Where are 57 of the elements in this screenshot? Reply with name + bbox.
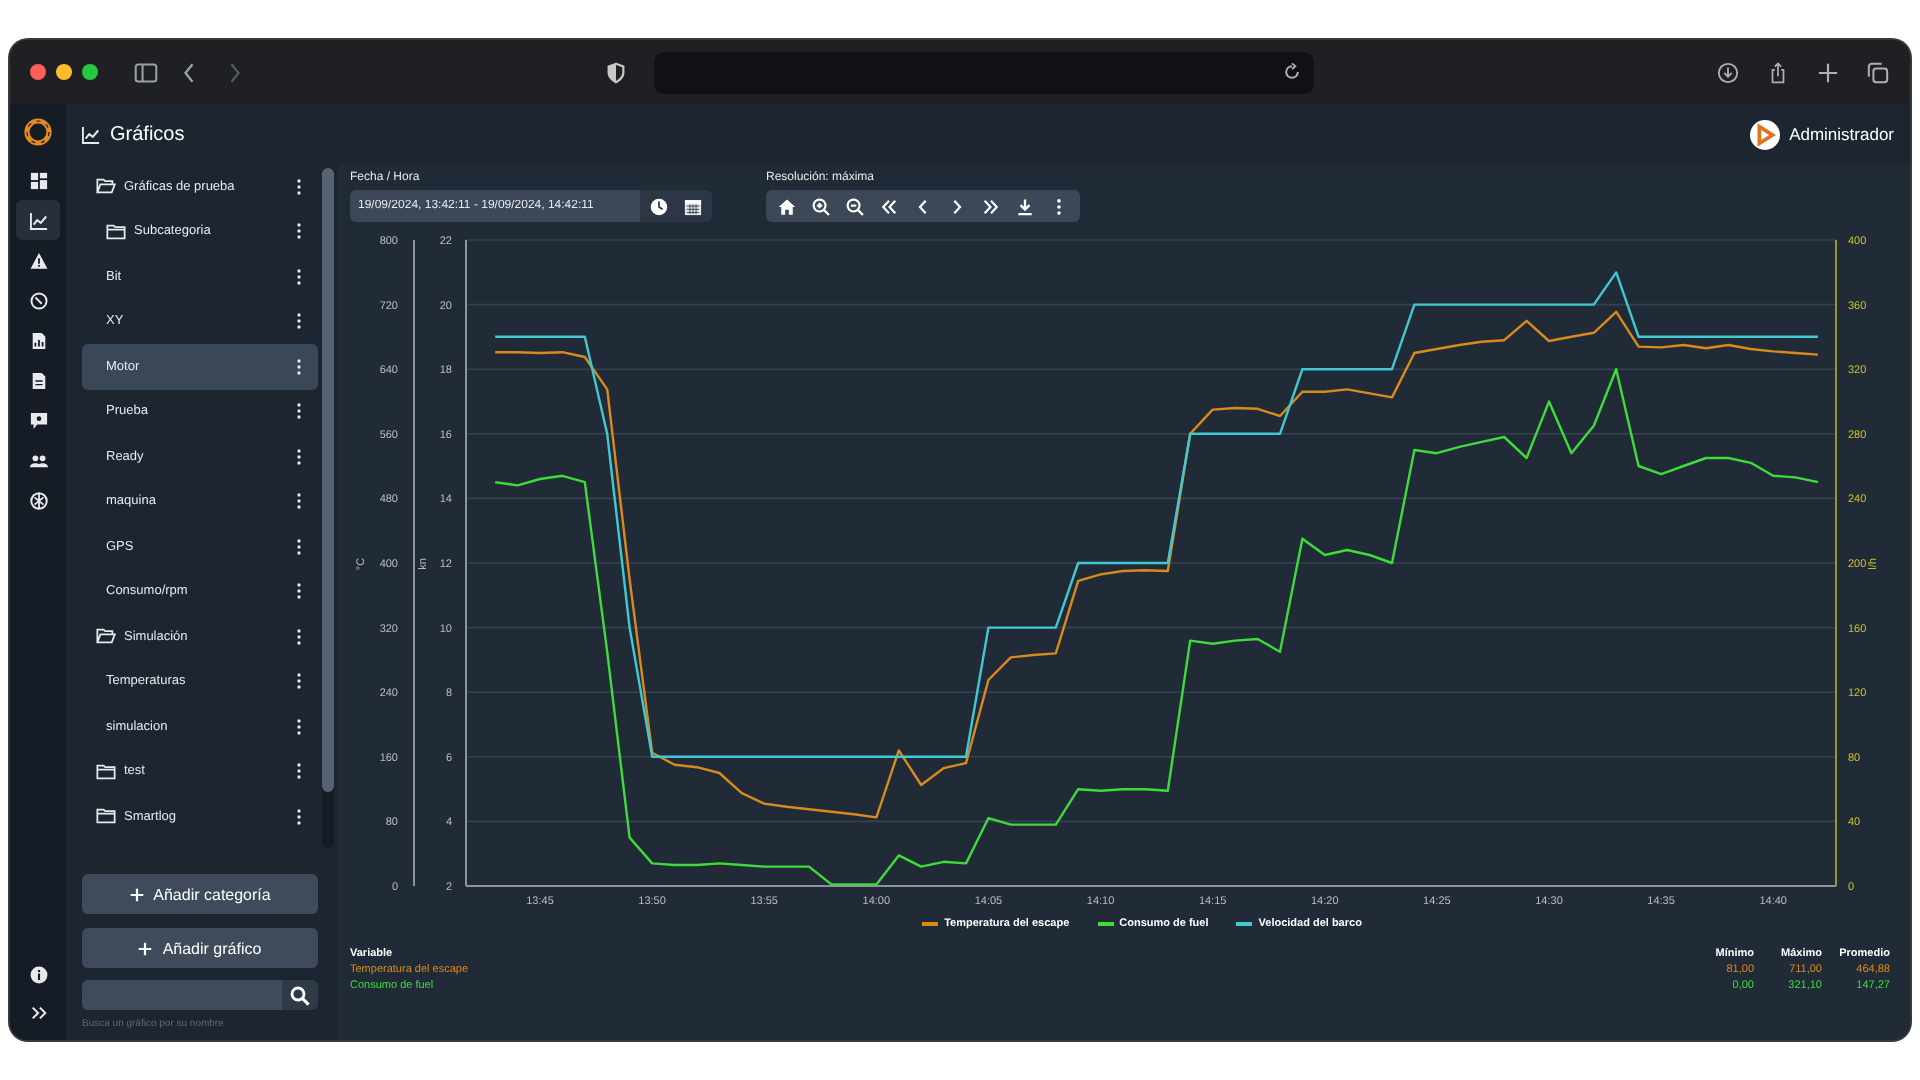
more-icon[interactable]: [296, 762, 302, 781]
more-icon[interactable]: [296, 222, 302, 241]
download-icon[interactable]: [1716, 61, 1740, 83]
add-button[interactable]: Añadir categoría: [82, 874, 318, 914]
sidebar-toggle-icon[interactable]: [134, 61, 158, 83]
more-icon[interactable]: [296, 312, 302, 331]
window-close-button[interactable]: [30, 64, 46, 80]
tabs-overview-icon[interactable]: [1866, 61, 1890, 83]
people-icon: [29, 451, 47, 469]
share-icon[interactable]: [1766, 61, 1790, 83]
shield-icon[interactable]: [606, 61, 626, 83]
double-chevron-right-icon[interactable]: [982, 197, 1000, 215]
plus-icon: [129, 887, 144, 901]
search-button[interactable]: [282, 980, 318, 1010]
line-chart-icon: [82, 125, 100, 143]
more-icon[interactable]: [296, 717, 302, 736]
more-icon[interactable]: [296, 447, 302, 466]
back-icon[interactable]: [182, 61, 196, 83]
line-chart-icon: [29, 211, 47, 229]
more-icon[interactable]: [296, 582, 302, 601]
more-icon[interactable]: [296, 627, 302, 646]
calendar-icon[interactable]: [684, 197, 702, 215]
more-icon[interactable]: [296, 357, 302, 376]
home-icon[interactable]: [778, 197, 796, 215]
chevron-left-icon[interactable]: [914, 197, 932, 215]
page-title: Gráficos: [110, 123, 185, 145]
info-icon[interactable]: [29, 966, 47, 984]
reload-icon[interactable]: [1282, 62, 1302, 82]
clock-icon[interactable]: [650, 197, 668, 215]
document-icon: [29, 371, 47, 389]
grid-icon: [29, 171, 47, 189]
zoom-out-icon[interactable]: [846, 197, 864, 215]
zoom-in-icon[interactable]: [812, 197, 830, 215]
search-icon: [290, 985, 310, 1005]
more-icon[interactable]: [296, 672, 302, 691]
search-field[interactable]: [82, 980, 282, 1010]
more-icon[interactable]: [296, 807, 302, 826]
user-name[interactable]: Administrador: [1789, 124, 1894, 144]
more-icon[interactable]: [296, 177, 302, 196]
chat-icon: [29, 411, 47, 429]
app-logo-icon[interactable]: [22, 116, 54, 148]
more-icon[interactable]: [296, 492, 302, 511]
window-minimize-button[interactable]: [56, 64, 72, 80]
user-logo-icon[interactable]: [1749, 119, 1780, 149]
plus-icon: [138, 941, 153, 955]
document-chart-icon: [29, 331, 47, 349]
double-chevron-left-icon[interactable]: [880, 197, 898, 215]
warning-icon: [29, 251, 47, 269]
more-icon[interactable]: [296, 402, 302, 421]
more-icon[interactable]: [296, 537, 302, 556]
window-zoom-button[interactable]: [82, 64, 98, 80]
chevron-right-icon[interactable]: [948, 197, 966, 215]
new-tab-icon[interactable]: [1816, 61, 1840, 83]
expand-icon[interactable]: [29, 1004, 47, 1022]
more-icon[interactable]: [296, 267, 302, 286]
charts-nav-button[interactable]: [16, 200, 60, 240]
add-button[interactable]: Añadir gráfico: [82, 928, 318, 968]
